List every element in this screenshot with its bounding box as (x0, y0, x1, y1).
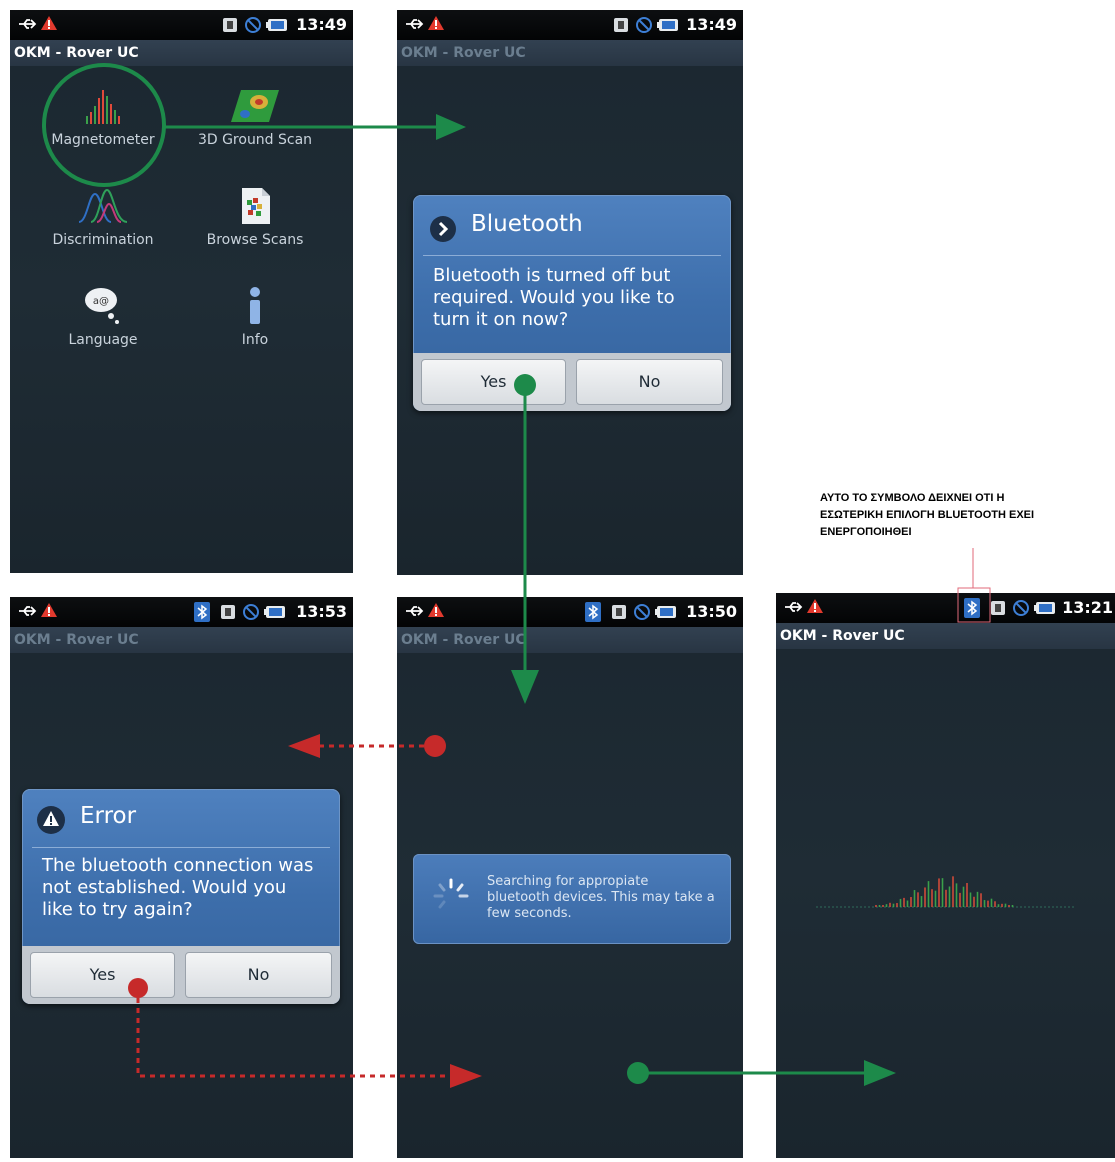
flow-arrow-dashed (136, 998, 454, 1078)
arrow-head (450, 1064, 482, 1088)
flow-dot (128, 978, 148, 998)
arrow-head (511, 670, 539, 704)
arrow-head (436, 114, 466, 140)
flow-dot (424, 735, 446, 757)
annotation-highlight-box (957, 587, 991, 623)
flow-overlay (42, 63, 991, 1088)
arrow-head (864, 1060, 896, 1086)
highlight-circle (42, 63, 166, 187)
arrow-head (288, 734, 320, 758)
